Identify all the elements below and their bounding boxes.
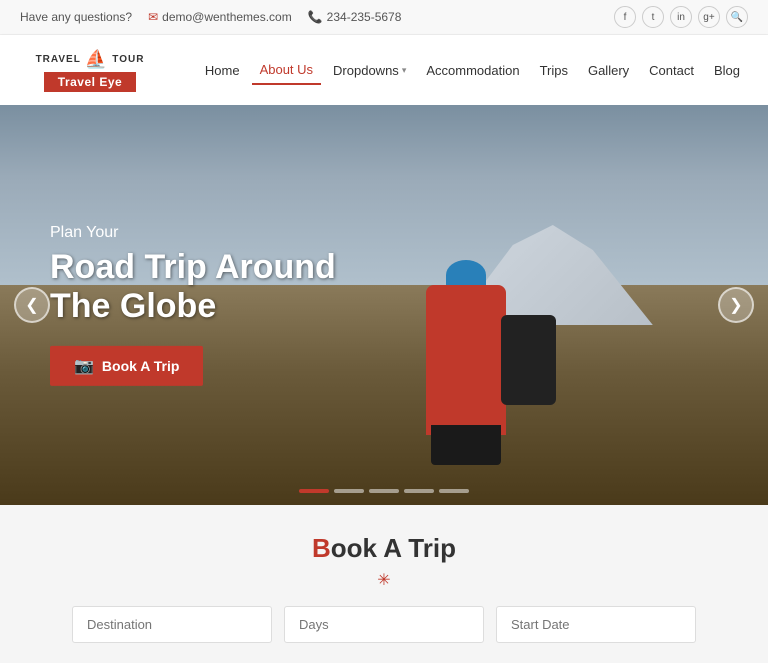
next-slide-button[interactable]: ❯: [718, 287, 754, 323]
hero-title-line2: The Globe: [50, 287, 216, 325]
facebook-icon[interactable]: f: [614, 6, 636, 28]
hero-subtitle: Plan Your: [50, 224, 336, 242]
nav-home-link[interactable]: Home: [197, 57, 248, 84]
search-icon[interactable]: 🔍: [726, 6, 748, 28]
slide-dot-5[interactable]: [439, 489, 469, 493]
nav-dropdowns-link[interactable]: Dropdowns ▾: [325, 57, 414, 84]
hero-figure: [356, 185, 576, 465]
slide-dot-1[interactable]: [299, 489, 329, 493]
nav-gallery-link[interactable]: Gallery: [580, 57, 637, 84]
nav-trips[interactable]: Trips: [532, 57, 576, 84]
slide-dot-2[interactable]: [334, 489, 364, 493]
book-button-label: Book A Trip: [102, 358, 180, 374]
book-section-title: Book A Trip: [20, 533, 748, 564]
logo-tour-text: TOUR: [112, 54, 144, 65]
logo-sail-icon: ⛵: [85, 49, 108, 70]
book-inputs: [20, 606, 748, 643]
book-trip-button[interactable]: 📷 Book A Trip: [50, 346, 203, 386]
book-title-rest: ook A Trip: [331, 533, 456, 563]
hero-title: Road Trip Around The Globe: [50, 248, 336, 326]
figure-backpack: [501, 315, 556, 405]
nav-about-link[interactable]: About Us: [252, 56, 321, 85]
have-questions: Have any questions?: [20, 10, 132, 24]
slide-dot-4[interactable]: [404, 489, 434, 493]
top-bar: Have any questions? ✉ demo@wenthemes.com…: [0, 0, 768, 35]
email-info: ✉ demo@wenthemes.com: [148, 10, 292, 24]
envelope-icon: ✉: [148, 10, 158, 24]
linkedin-icon[interactable]: in: [670, 6, 692, 28]
dropdown-arrow-icon: ▾: [402, 65, 407, 76]
book-trip-section: Book A Trip ✳: [0, 505, 768, 663]
phone-icon: 📞: [308, 10, 323, 24]
logo: TRAVEL ⛵ TOUR Travel Eye: [20, 49, 160, 92]
star-icon: ✳: [377, 570, 390, 590]
prev-slide-button[interactable]: ❮: [14, 287, 50, 323]
logo-top: TRAVEL ⛵ TOUR: [36, 49, 145, 70]
logo-travel-text: TRAVEL: [36, 54, 81, 65]
nav-links: Home About Us Dropdowns ▾ Accommodation …: [197, 56, 748, 85]
figure-body: [426, 285, 506, 435]
book-title-b: B: [312, 533, 331, 563]
nav-dropdowns[interactable]: Dropdowns ▾: [325, 57, 414, 84]
social-icons: f t in g+ 🔍: [614, 6, 748, 28]
book-divider: ✳: [20, 570, 748, 590]
destination-input[interactable]: [72, 606, 272, 643]
nav-trips-link[interactable]: Trips: [532, 57, 576, 84]
nav-contact-link[interactable]: Contact: [641, 57, 702, 84]
top-bar-left: Have any questions? ✉ demo@wenthemes.com…: [20, 10, 401, 24]
days-input[interactable]: [284, 606, 484, 643]
hero-content: Plan Your Road Trip Around The Globe 📷 B…: [50, 224, 336, 386]
nav-accommodation[interactable]: Accommodation: [418, 57, 527, 84]
nav-blog-link[interactable]: Blog: [706, 57, 748, 84]
slide-dot-3[interactable]: [369, 489, 399, 493]
nav-home[interactable]: Home: [197, 57, 248, 84]
main-navbar: TRAVEL ⛵ TOUR Travel Eye Home About Us D…: [0, 35, 768, 105]
nav-contact[interactable]: Contact: [641, 57, 702, 84]
slide-dots: [299, 489, 469, 493]
phone-info: 📞 234-235-5678: [308, 10, 402, 24]
figure-legs: [431, 425, 501, 465]
start-date-input[interactable]: [496, 606, 696, 643]
nav-blog[interactable]: Blog: [706, 57, 748, 84]
googleplus-icon[interactable]: g+: [698, 6, 720, 28]
nav-about[interactable]: About Us: [252, 56, 321, 85]
camera-icon: 📷: [74, 356, 94, 376]
logo-badge: Travel Eye: [44, 72, 136, 92]
twitter-icon[interactable]: t: [642, 6, 664, 28]
hero-section: Plan Your Road Trip Around The Globe 📷 B…: [0, 105, 768, 505]
hero-title-line1: Road Trip Around: [50, 248, 336, 286]
nav-gallery[interactable]: Gallery: [580, 57, 637, 84]
nav-accommodation-link[interactable]: Accommodation: [418, 57, 527, 84]
